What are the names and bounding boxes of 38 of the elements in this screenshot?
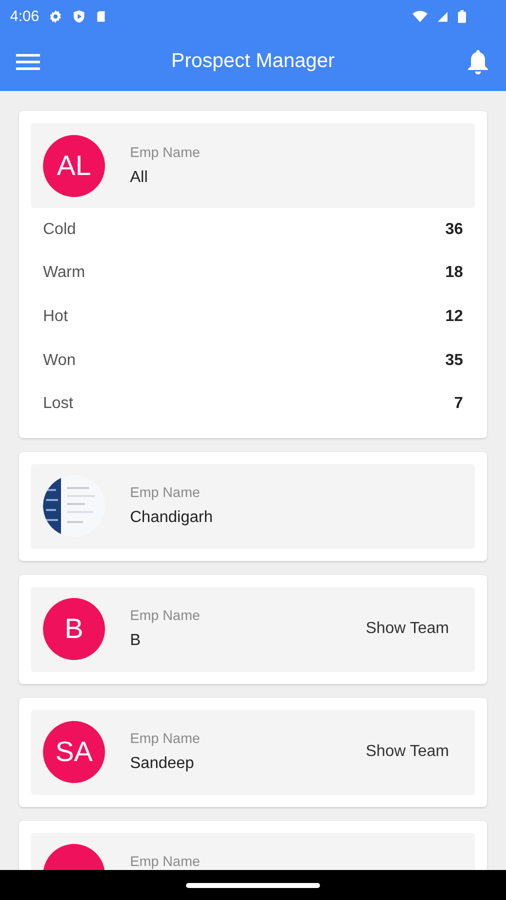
stat-label: Cold bbox=[43, 220, 76, 239]
employee-name: Sandeep bbox=[130, 755, 196, 774]
employee-name: Chandigarh bbox=[130, 509, 214, 528]
avatar: B bbox=[43, 598, 105, 660]
app-title: Prospect Manager bbox=[170, 50, 336, 73]
stat-value: 7 bbox=[454, 395, 463, 414]
show-team-button[interactable]: Show Team bbox=[352, 614, 463, 644]
gear-icon bbox=[48, 8, 64, 24]
shield-icon bbox=[72, 8, 86, 24]
status-time: 4:06 bbox=[10, 8, 40, 24]
employee-name: B bbox=[130, 632, 142, 650]
stat-value: 35 bbox=[445, 352, 463, 370]
stat-label: Lost bbox=[43, 395, 74, 414]
employee-header[interactable]: B Emp Name B Show Team bbox=[31, 586, 475, 672]
stat-value: 12 bbox=[445, 308, 463, 326]
menu-icon[interactable] bbox=[16, 52, 40, 70]
field-label: Emp Name bbox=[130, 730, 202, 746]
stat-label: Warm bbox=[43, 264, 86, 282]
employee-name: All bbox=[130, 168, 149, 186]
sd-card-icon bbox=[95, 8, 108, 24]
home-handle[interactable] bbox=[186, 882, 320, 888]
employee-header[interactable]: AL Emp Name All bbox=[31, 123, 475, 208]
field-label: Emp Name bbox=[130, 144, 202, 160]
employee-header[interactable]: SA Emp Name Sandeep Show Team bbox=[31, 710, 475, 795]
field-label: Emp Name bbox=[130, 607, 202, 624]
wifi-icon bbox=[412, 8, 428, 24]
field-label: Emp Name bbox=[130, 484, 202, 500]
stat-value: 36 bbox=[445, 220, 463, 239]
stat-label: Hot bbox=[43, 308, 68, 326]
battery-icon bbox=[458, 8, 466, 24]
stat-label: Won bbox=[43, 352, 76, 370]
avatar: SA bbox=[43, 721, 105, 784]
field-label: Emp Name bbox=[130, 853, 202, 870]
avatar: AL bbox=[43, 134, 105, 196]
employee-header[interactable]: Emp Name Chandigarh bbox=[31, 464, 475, 549]
show-team-button[interactable]: Show Team bbox=[352, 737, 463, 768]
stat-value: 18 bbox=[445, 264, 463, 282]
bell-icon[interactable] bbox=[466, 48, 490, 74]
